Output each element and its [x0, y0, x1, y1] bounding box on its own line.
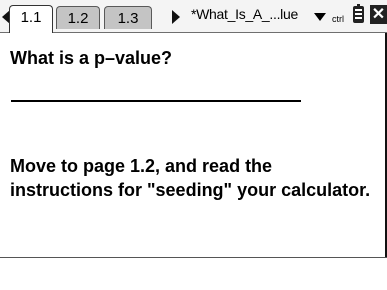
close-document-icon[interactable]: ✕	[370, 5, 387, 24]
next-tab-arrow-icon[interactable]	[172, 10, 180, 24]
tab-bar: 1.1 1.2 1.3 *What_Is_A_...lue ctrl ✕	[0, 0, 387, 33]
answer-line[interactable]	[11, 100, 301, 102]
tab-1-3[interactable]: 1.3	[104, 6, 152, 29]
notes-page[interactable]: What is a p–value? Move to page 1.2, and…	[0, 33, 387, 257]
calculator-screen: 1.1 1.2 1.3 *What_Is_A_...lue ctrl ✕ Wha…	[0, 0, 387, 290]
document-title: *What_Is_A_...lue	[191, 6, 298, 22]
tab-1-1[interactable]: 1.1	[9, 5, 53, 33]
bottom-blank-area	[0, 258, 387, 290]
ctrl-indicator-icon: ctrl	[332, 14, 344, 24]
page-heading: What is a p–value?	[10, 48, 173, 68]
document-menu-dropdown-icon[interactable]	[314, 13, 326, 21]
battery-icon	[353, 4, 364, 23]
instruction-line-2: instructions for "seeding" your calculat…	[10, 180, 371, 200]
instruction-line-1: Move to page 1.2, and read the	[10, 156, 273, 176]
tab-1-2[interactable]: 1.2	[56, 6, 100, 29]
